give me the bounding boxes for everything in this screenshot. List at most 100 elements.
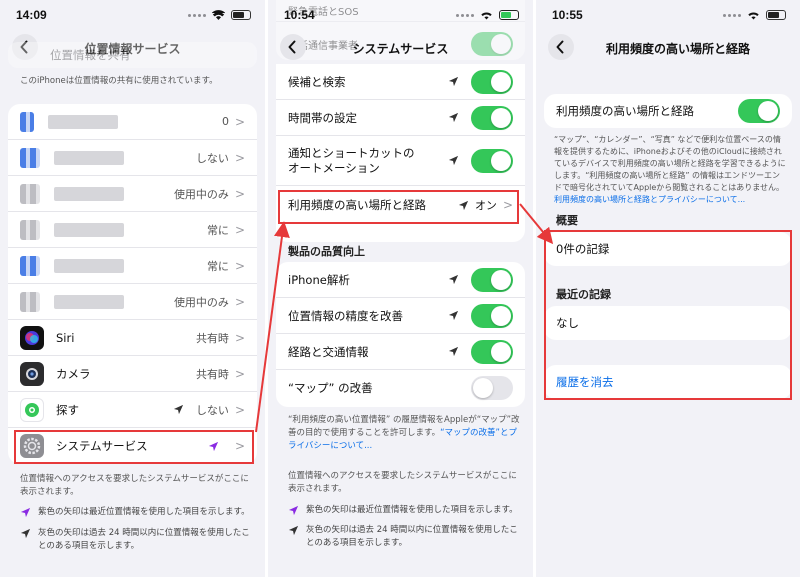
summary-value: 0件の記録: [556, 242, 610, 256]
location-arrow-purple-icon: [208, 441, 219, 451]
navbar: システムサービス: [268, 32, 533, 62]
analytics-toggle[interactable]: [471, 267, 513, 292]
suggestions-toggle[interactable]: [471, 69, 513, 94]
page-title: システムサービス: [352, 42, 449, 56]
status-bar: 10:55: [536, 8, 800, 24]
recent-heading: 最近の記録: [556, 288, 611, 301]
quality-label: iPhone解析: [288, 272, 350, 287]
timezone-toggle[interactable]: [471, 105, 513, 130]
app-permission-value: しない: [195, 403, 229, 417]
service-label: 通知とショートカットの オートメーション: [288, 145, 415, 175]
service-row-notifications[interactable]: 通知とショートカットの オートメーション: [276, 136, 525, 186]
location-arrow-gray-icon: [288, 525, 299, 536]
app-permission-value: 共有時: [195, 367, 229, 381]
signal-dots-icon: [456, 13, 474, 17]
legend-gray: 灰色の矢印は過去 24 時間以内に位置情報を使用したことのある項目を示します。: [288, 524, 523, 550]
status-time: 10:54: [284, 8, 315, 22]
frequent-description-text: “マップ”、“カレンダー”、“写真” などで便利な位置ベースの情報を提供するため…: [554, 135, 786, 192]
quality-label: “マップ” の改善: [288, 381, 373, 395]
quality-row-accuracy[interactable]: 位置情報の精度を改善: [276, 298, 525, 334]
frequent-locations-label: 利用頻度の高い場所と経路: [288, 198, 426, 212]
clear-history-group: 履歴を消去: [544, 365, 792, 399]
clear-history-button[interactable]: 履歴を消去: [544, 365, 792, 399]
status-indicators: [456, 10, 519, 20]
wifi-icon: [212, 10, 225, 20]
app-row[interactable]: 使用中のみ >: [8, 284, 257, 320]
settings-gear-icon: [20, 434, 44, 458]
app-name-blurred: [54, 258, 124, 273]
app-name: カメラ: [56, 366, 91, 381]
chevron-right-icon: >: [234, 186, 245, 201]
app-name-blurred: [48, 114, 118, 129]
app-permission-value: 常に: [206, 223, 229, 237]
legend-purple: 紫色の矢印は最近位置情報を使用した項目を示します。: [20, 506, 255, 519]
siri-icon: [20, 325, 44, 350]
frequent-locations-toggle[interactable]: [738, 99, 780, 123]
chevron-right-icon: >: [234, 150, 245, 165]
maps-improve-toggle[interactable]: [471, 376, 513, 400]
wifi-icon: [481, 12, 492, 20]
location-arrow-gray-icon: [448, 310, 459, 321]
signal-dots-icon: [188, 13, 206, 17]
panel-frequent-locations: 10:55 利用頻度の高い場所と経路 利用頻度の高い場所と経路 “マップ”、“カ…: [536, 0, 800, 577]
chevron-right-icon: >: [234, 330, 245, 345]
app-row[interactable]: 常に >: [8, 248, 257, 284]
app-row[interactable]: しない >: [8, 140, 257, 176]
location-arrow-gray-icon: [20, 528, 31, 539]
location-arrow-gray-icon: [458, 200, 469, 210]
service-label: 候補と検索: [288, 74, 346, 89]
chevron-right-icon: >: [234, 222, 245, 237]
app-row-find-my[interactable]: 探す しない >: [8, 392, 257, 428]
share-location-row[interactable]: 位置情報を共有: [8, 42, 257, 68]
location-arrow-gray-icon: [448, 155, 459, 166]
quality-row-analytics[interactable]: iPhone解析: [276, 262, 525, 298]
app-row[interactable]: 常に >: [8, 212, 257, 248]
system-services-footer: 位置情報へのアクセスを要求したシステムサービスがここに表示されます。: [288, 471, 517, 494]
summary-row: 0件の記録: [544, 232, 792, 266]
app-permission-value: 共有時: [195, 331, 229, 345]
service-row-timezone[interactable]: 時間帯の設定: [276, 100, 525, 136]
service-row-suggestions[interactable]: 候補と検索: [276, 64, 525, 100]
quality-list: iPhone解析 位置情報の精度を改善 経路と交通情報 “マップ” の改善: [276, 262, 525, 407]
notifications-toggle[interactable]: [471, 148, 513, 173]
signal-dots-icon: [723, 13, 741, 17]
frequent-privacy-link[interactable]: 利用頻度の高い場所と経路とプライバシーについて...: [554, 195, 745, 204]
quality-row-maps-improve[interactable]: “マップ” の改善: [276, 370, 525, 406]
app-row[interactable]: 使用中のみ >: [8, 176, 257, 212]
share-location-label: 位置情報を共有: [50, 48, 131, 62]
battery-icon: [766, 10, 786, 20]
location-arrow-gray-icon: [448, 76, 459, 87]
accuracy-toggle[interactable]: [471, 303, 513, 328]
system-services-row[interactable]: システムサービス >: [8, 428, 257, 464]
app-name: 探す: [56, 402, 79, 417]
chevron-right-icon: >: [234, 366, 245, 381]
app-row[interactable]: 0 >: [8, 104, 257, 140]
maps-note: “利用頻度の高い位置情報” の履歴情報をAppleが“マップ”改善の目的で使用す…: [288, 414, 523, 453]
app-permission-value: 使用中のみ: [173, 295, 229, 309]
status-indicators: [723, 10, 786, 20]
battery-icon: [231, 10, 251, 20]
page-title: 利用頻度の高い場所と経路: [605, 42, 750, 56]
app-row-siri[interactable]: Siri 共有時 >: [8, 320, 257, 356]
navbar: 利用頻度の高い場所と経路: [536, 32, 800, 62]
recent-group: なし: [544, 306, 792, 340]
quality-label: 経路と交通情報: [288, 344, 369, 359]
status-time: 10:55: [552, 8, 583, 22]
panel-location-services: 14:09 位置情報サービス 位置情報を共有 このiPhoneは位置情報の共有に…: [0, 0, 265, 577]
frequent-locations-row[interactable]: 利用頻度の高い場所と経路 オン >: [276, 186, 525, 224]
clear-history-label: 履歴を消去: [556, 375, 614, 389]
recent-value: なし: [556, 316, 579, 330]
legend-purple-text: 紫色の矢印は最近位置情報を使用した項目を示します。: [306, 505, 518, 515]
legend-purple: 紫色の矢印は最近位置情報を使用した項目を示します。: [288, 504, 523, 517]
frequent-locations-toggle-row[interactable]: 利用頻度の高い場所と経路: [544, 94, 792, 128]
traffic-toggle[interactable]: [471, 339, 513, 364]
legend-gray: 灰色の矢印は過去 24 時間以内に位置情報を使用したことのある項目を示します。: [20, 527, 255, 553]
app-row-camera[interactable]: カメラ 共有時 >: [8, 356, 257, 392]
app-name-blurred: [54, 222, 124, 237]
location-arrow-purple-icon: [288, 505, 299, 516]
frequent-toggle-group: 利用頻度の高い場所と経路: [544, 94, 792, 128]
quality-row-traffic[interactable]: 経路と交通情報: [276, 334, 525, 370]
app-permission-value: 使用中のみ: [173, 187, 229, 201]
quality-label: 位置情報の精度を改善: [288, 308, 403, 323]
frequent-locations-value: オン: [474, 199, 497, 212]
